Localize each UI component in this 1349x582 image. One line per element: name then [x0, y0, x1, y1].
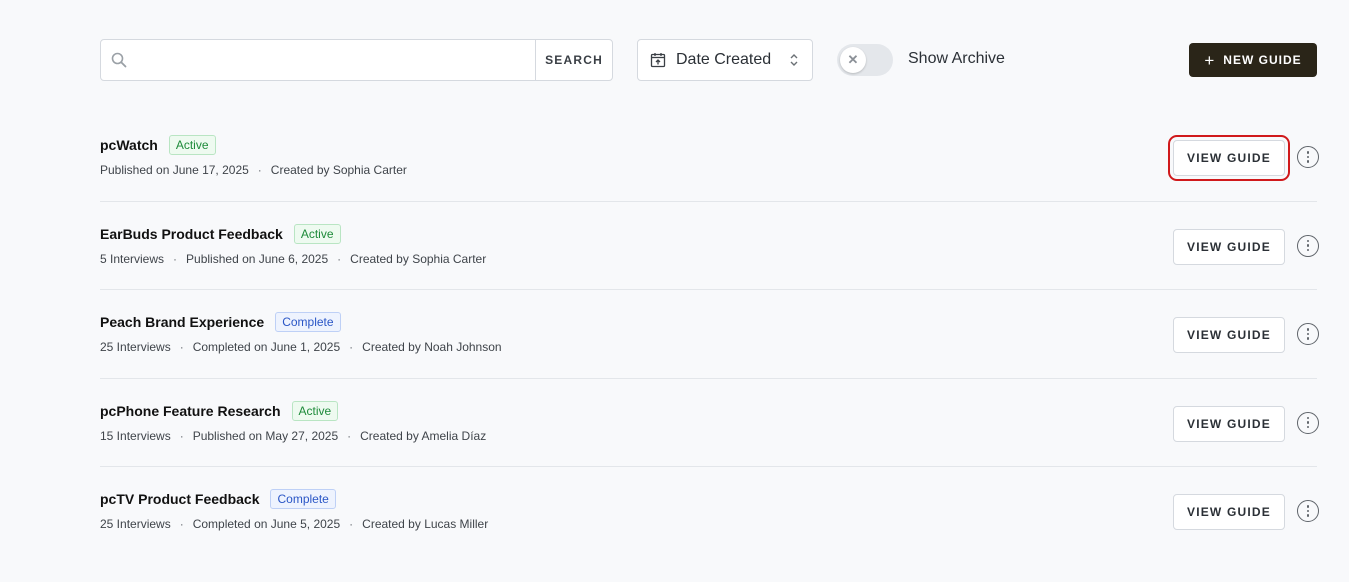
guide-meta-item: Created by Noah Johnson — [362, 340, 502, 354]
toggle-off-icon: ✕ — [840, 47, 866, 73]
view-guide-button[interactable]: VIEW GUIDE — [1173, 494, 1285, 530]
calendar-icon — [650, 52, 666, 68]
guide-row: pcPhone Feature Research Active 15 Inter… — [100, 379, 1319, 467]
guide-title-line: pcTV Product Feedback Complete — [100, 489, 336, 509]
view-guide-button[interactable]: VIEW GUIDE — [1168, 135, 1290, 181]
meta-separator: · — [349, 340, 354, 354]
toolbar: SEARCH Date Created ✕ Show Archive + NEW… — [100, 39, 1317, 81]
meta-separator: · — [337, 251, 342, 266]
view-guide-button[interactable]: VIEW GUIDE — [1173, 405, 1285, 442]
more-options-icon[interactable] — [1297, 411, 1319, 434]
guide-meta: Published on June 17, 2025 · Created by So… — [100, 163, 407, 177]
guide-title: pcTV Product Feedback — [100, 491, 260, 507]
search-button[interactable]: SEARCH — [535, 40, 612, 80]
search-icon — [101, 40, 137, 80]
guide-title: EarBuds Product Feedback — [100, 225, 283, 242]
guide-meta: 25 Interviews · Completed on June 5, 2025 ·… — [100, 517, 488, 531]
guide-row: pcTV Product Feedback Complete 25 Interv… — [100, 467, 1319, 556]
guide-meta-item: Completed on June 5, 2025 — [192, 517, 341, 531]
guide-row: EarBuds Product Feedback Active 5 Interv… — [100, 202, 1319, 290]
guide-title: pcPhone Feature Research — [100, 402, 281, 419]
meta-separator: · — [349, 517, 354, 531]
meta-separator: · — [179, 517, 184, 531]
plus-icon: + — [1204, 50, 1216, 70]
guide-meta: 15 Interviews · Published on May 27, 2025 ·… — [100, 429, 486, 443]
sort-select[interactable]: Date Created — [637, 39, 813, 81]
guide-meta: 25 Interviews · Completed on June 1, 2025 ·… — [100, 340, 502, 354]
guide-title: pcWatch — [100, 137, 158, 153]
guide-meta-item: 25 Interviews — [100, 517, 171, 531]
meta-separator: · — [347, 428, 352, 443]
status-badge: Active — [168, 135, 216, 155]
guide-meta-item: Created by Lucas Miller — [362, 517, 489, 531]
sort-select-label: Date Created — [676, 51, 772, 68]
guide-title-line: pcPhone Feature Research Active — [100, 400, 339, 421]
guide-list: pcWatch Active Published on June 17, 202… — [100, 113, 1319, 556]
more-options-icon[interactable] — [1297, 234, 1319, 257]
meta-separator: · — [179, 428, 184, 443]
guide-meta-item: 25 Interviews — [100, 340, 171, 354]
status-badge: Complete — [270, 489, 336, 509]
status-badge: Complete — [275, 312, 341, 332]
meta-separator: · — [179, 340, 184, 354]
status-badge: Active — [293, 223, 341, 244]
guide-title-line: EarBuds Product Feedback Active — [100, 223, 341, 244]
guide-meta-item: Published on May 27, 2025 — [192, 428, 339, 443]
guide-meta: 5 Interviews · Published on June 6, 2025 · C… — [100, 252, 486, 266]
sort-chevron-icon — [788, 51, 800, 69]
show-archive-label: Show Archive — [908, 50, 1005, 67]
meta-separator: · — [173, 251, 178, 266]
guide-meta-item: Published on June 6, 2025 — [186, 251, 329, 266]
new-guide-button[interactable]: + NEW GUIDE — [1189, 43, 1317, 77]
guide-meta-item: Created by Sophia Carter — [350, 251, 487, 266]
guide-row: pcWatch Active Published on June 17, 202… — [100, 113, 1319, 202]
guide-title: Peach Brand Experience — [100, 314, 265, 330]
search-box: SEARCH — [100, 39, 613, 81]
view-guide-button[interactable]: VIEW GUIDE — [1173, 317, 1285, 353]
search-input[interactable] — [137, 40, 535, 80]
guide-meta-item: 5 Interviews — [100, 251, 165, 266]
more-options-icon[interactable] — [1297, 146, 1319, 168]
status-badge: Active — [291, 400, 339, 421]
guide-meta-item: Created by Sophia Carter — [270, 163, 407, 177]
show-archive-toggle[interactable]: ✕ — [837, 44, 893, 76]
guide-meta-item: Created by Amelia Díaz — [360, 428, 487, 443]
guide-row: Peach Brand Experience Complete 25 Inter… — [100, 290, 1319, 379]
guide-title-line: Peach Brand Experience Complete — [100, 312, 341, 332]
more-options-icon[interactable] — [1297, 500, 1319, 522]
guide-meta-item: Published on June 17, 2025 — [100, 163, 249, 177]
new-guide-label: NEW GUIDE — [1223, 53, 1302, 67]
guide-meta-item: Completed on June 1, 2025 — [192, 340, 341, 354]
view-guide-button[interactable]: VIEW GUIDE — [1173, 228, 1285, 265]
meta-separator: · — [257, 163, 262, 177]
guide-meta-item: 15 Interviews — [100, 428, 171, 443]
more-options-icon[interactable] — [1297, 323, 1319, 345]
guide-title-line: pcWatch Active — [100, 135, 216, 155]
